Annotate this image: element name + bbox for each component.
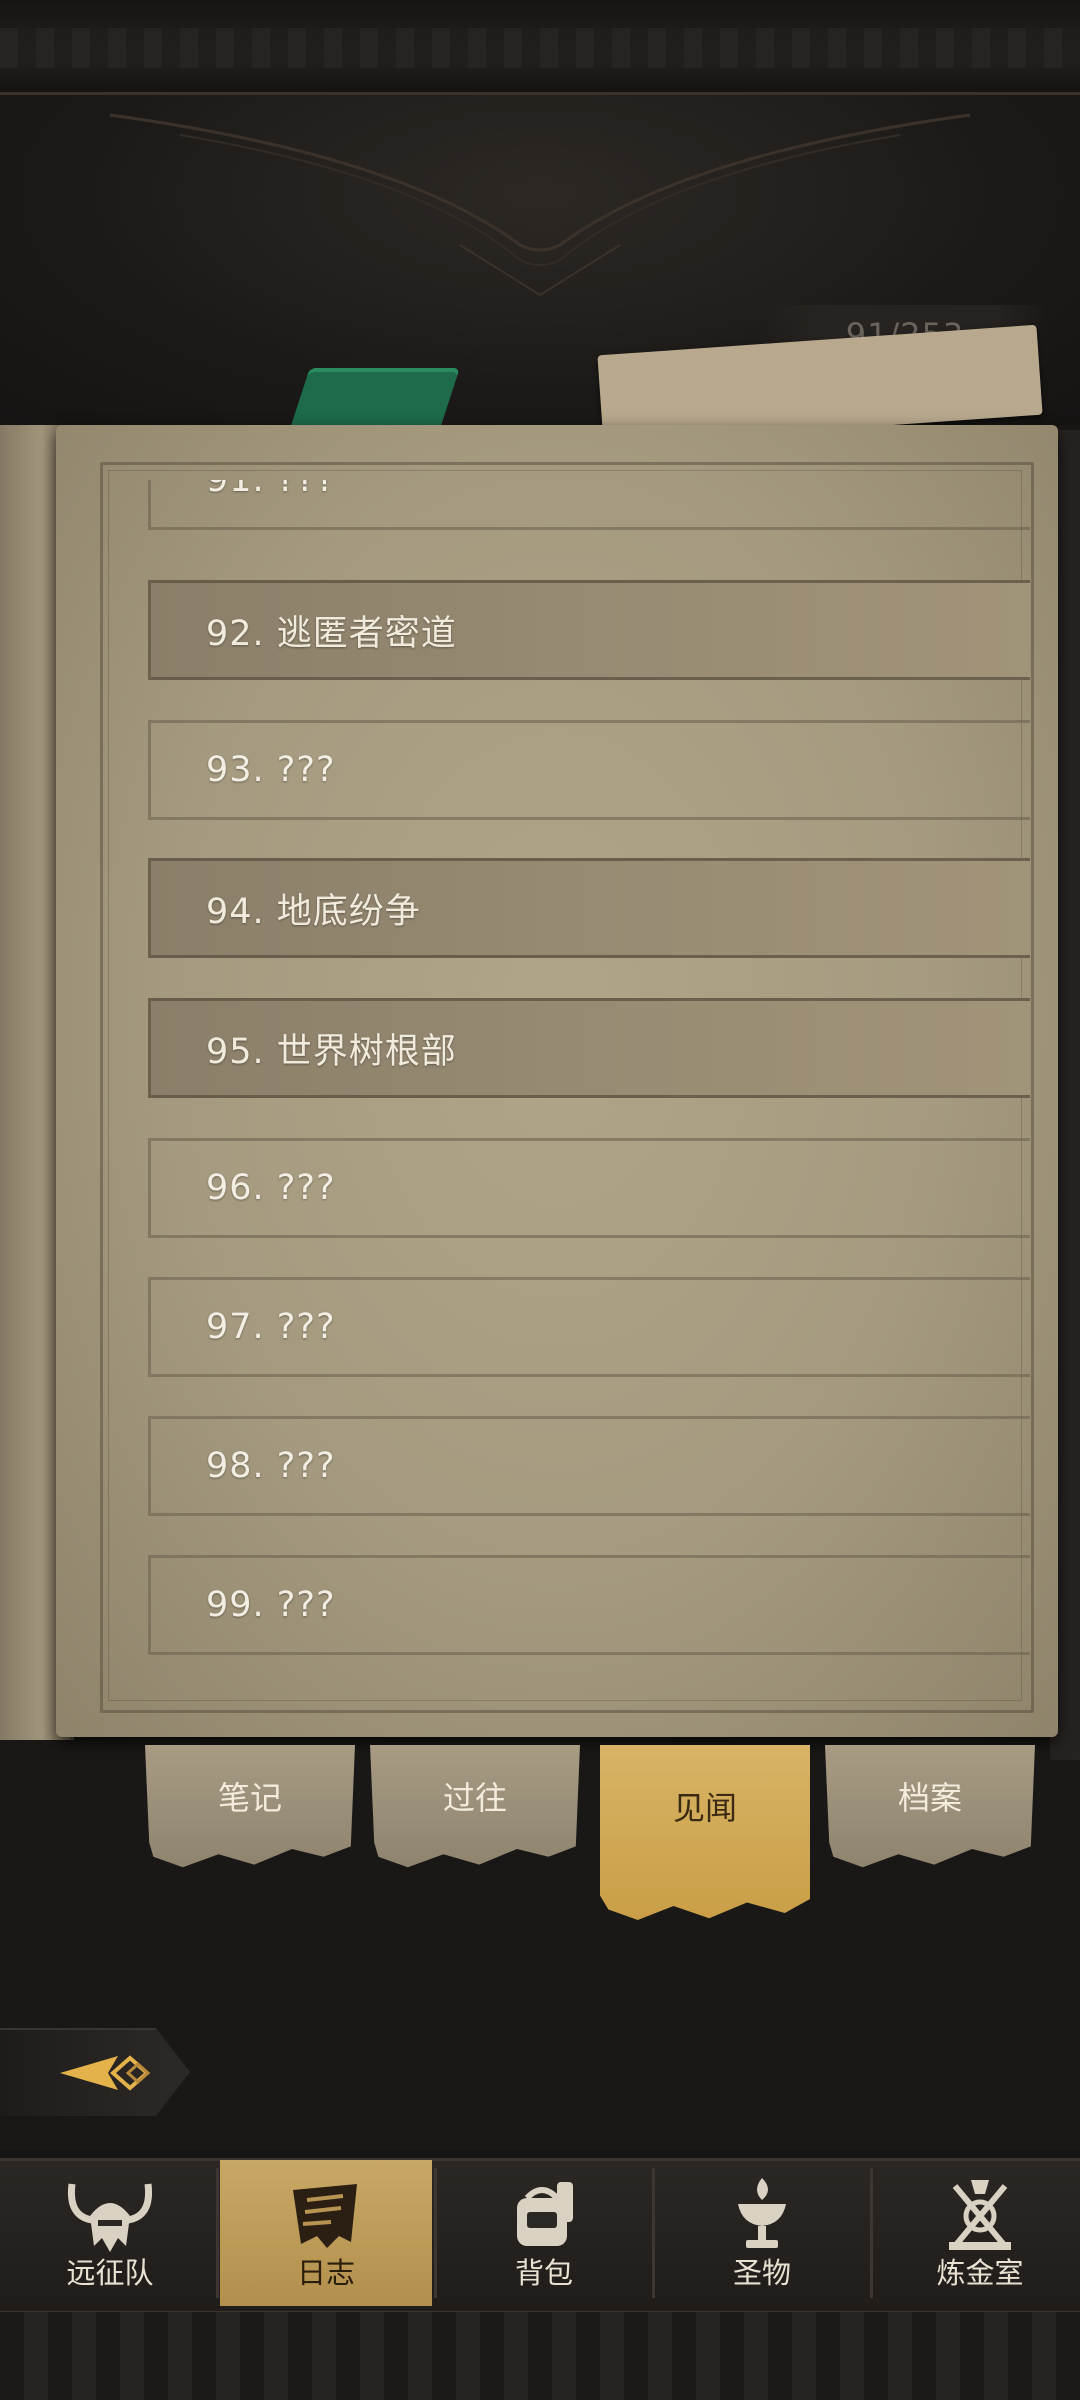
- horned-helmet-icon: [67, 2183, 153, 2252]
- chalice-icon: [738, 2178, 786, 2248]
- journal-entry[interactable]: 94. 地底纷争: [148, 858, 1030, 958]
- nav-alchemy-room[interactable]: 炼金室: [874, 2160, 1080, 2306]
- arrow-left-icon: [60, 2055, 151, 2091]
- journal-entry[interactable]: 95. 世界树根部: [148, 998, 1030, 1098]
- nav-backpack[interactable]: 背包: [438, 2160, 650, 2306]
- tab-notes[interactable]: 笔记: [145, 1745, 355, 1868]
- entry-list[interactable]: 91. ??? 92. 逃匿者密道 93. ??? 94. 地底纷争 95. 世…: [110, 480, 1030, 1680]
- alchemy-icon: [949, 2180, 1011, 2250]
- journal-entry[interactable]: 91. ???: [148, 480, 1030, 530]
- journal-entry[interactable]: 93. ???: [148, 720, 1030, 820]
- tab-archive[interactable]: 档案: [825, 1745, 1035, 1868]
- journal-scroll-icon: [293, 2184, 357, 2248]
- top-ornament-frame: [0, 0, 1080, 95]
- nav-expedition[interactable]: 远征队: [4, 2160, 216, 2306]
- journal-entry[interactable]: 97. ???: [148, 1277, 1030, 1377]
- journal-entry[interactable]: 96. ???: [148, 1138, 1030, 1238]
- back-button[interactable]: [0, 2028, 190, 2116]
- bookmark-ribbon: [290, 368, 460, 428]
- bottom-ornament: [0, 2312, 1080, 2400]
- nav-journal[interactable]: 日志: [220, 2160, 432, 2306]
- tab-insights[interactable]: 见闻: [600, 1745, 810, 1920]
- journal-entry[interactable]: 98. ???: [148, 1416, 1030, 1516]
- journal-entry[interactable]: 92. 逃匿者密道: [148, 580, 1030, 680]
- nav-relics[interactable]: 圣物: [656, 2160, 868, 2306]
- journal-entry[interactable]: 99. ???: [148, 1555, 1030, 1655]
- tab-past[interactable]: 过往: [370, 1745, 580, 1868]
- backpack-icon: [517, 2182, 573, 2246]
